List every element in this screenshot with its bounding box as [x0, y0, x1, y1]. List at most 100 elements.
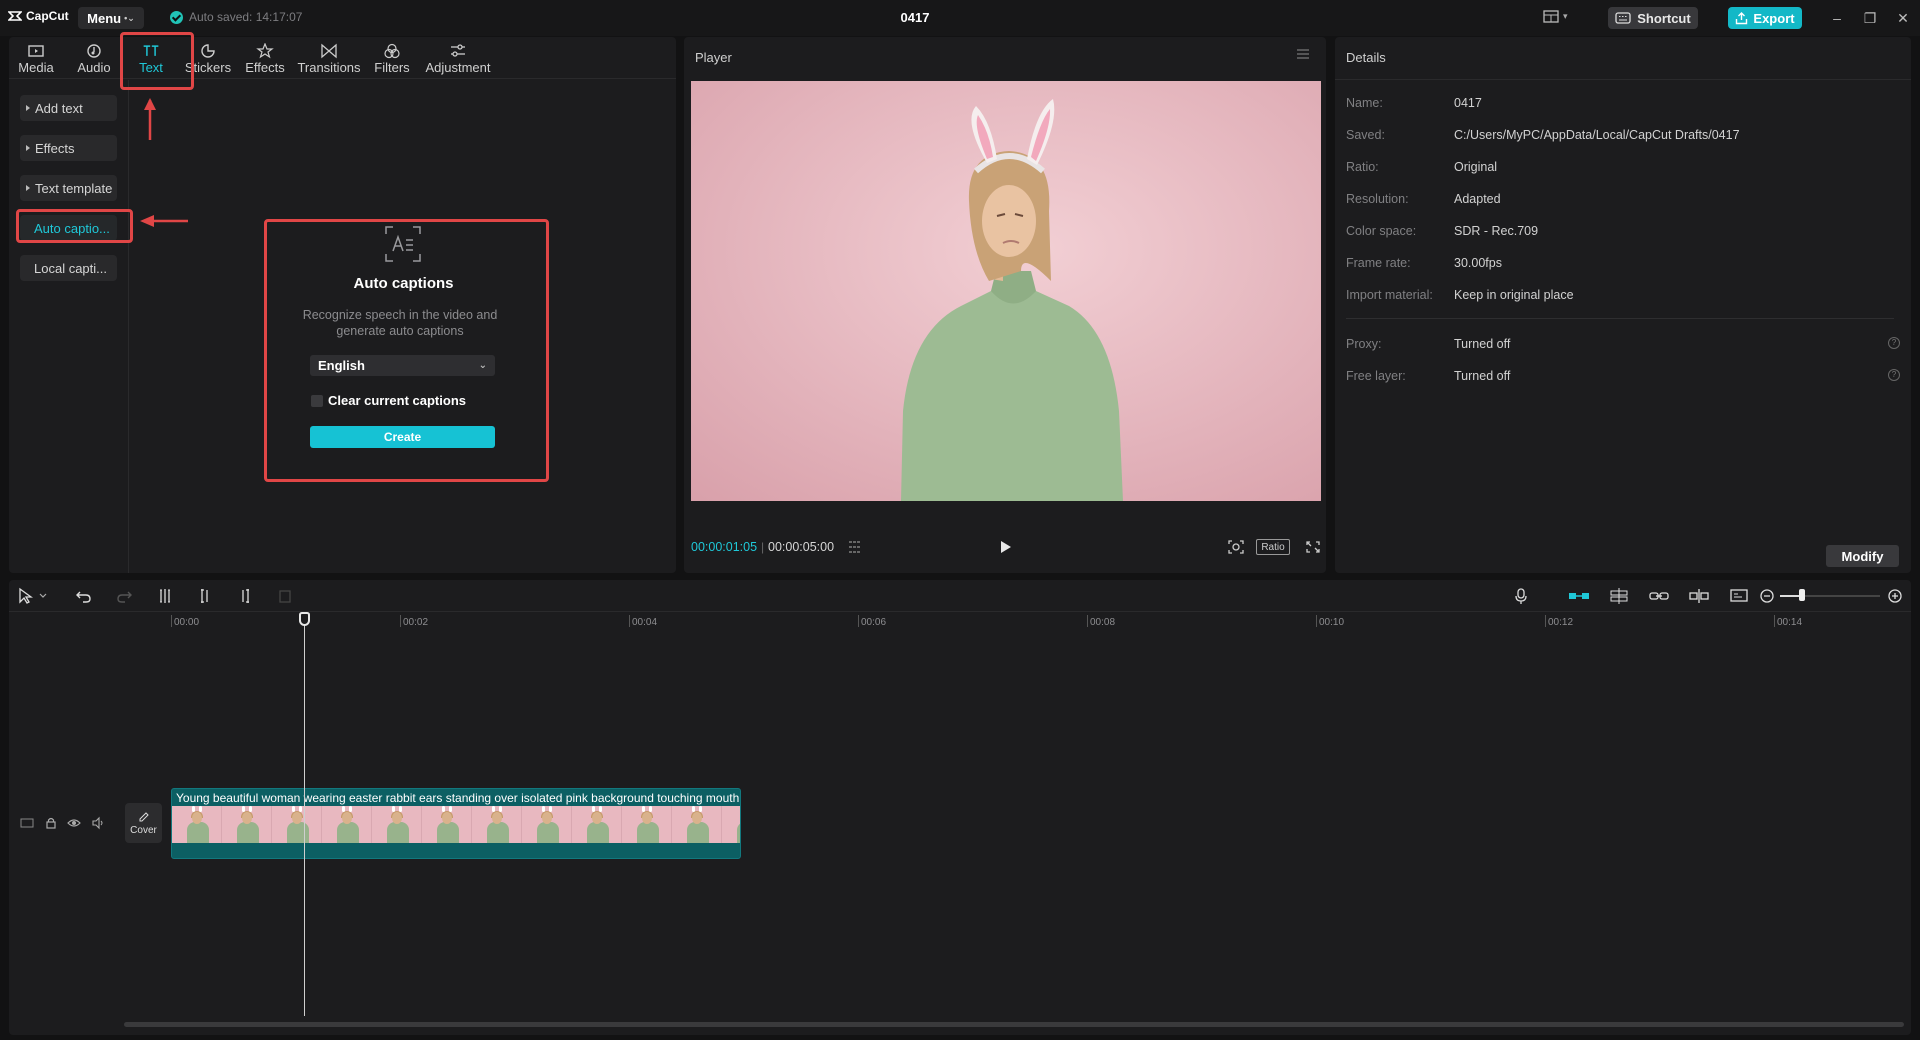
timecode-grid-icon[interactable]	[846, 539, 864, 555]
thumbnail-figure-part	[487, 822, 509, 843]
tab-effects[interactable]: Effects	[244, 38, 286, 80]
ruler-label: 00:00	[174, 617, 200, 628]
ruler-tick	[1545, 615, 1546, 627]
clip-thumbnail	[372, 806, 422, 843]
help-icon[interactable]: ?	[1888, 369, 1900, 381]
main-track-magnet-icon[interactable]	[1568, 587, 1590, 605]
sidebar-item-add-text[interactable]: Add text	[20, 95, 117, 121]
tab-media[interactable]: Media	[15, 38, 57, 80]
filters-icon	[384, 43, 400, 59]
cover-button[interactable]: Cover	[125, 803, 162, 843]
playhead[interactable]	[304, 612, 305, 1016]
ruler-tick	[1087, 615, 1088, 627]
thumbnail-figure-part	[292, 812, 302, 824]
minimize-icon[interactable]: –	[1827, 8, 1847, 28]
playhead-handle[interactable]	[299, 612, 310, 626]
caret-right-icon	[26, 185, 30, 191]
auto-snap-icon[interactable]	[1608, 587, 1630, 605]
link-icon[interactable]	[1648, 587, 1670, 605]
thumbnail-figure-part	[699, 806, 702, 812]
divider	[1335, 79, 1911, 80]
tab-adjustment[interactable]: Adjustment	[424, 38, 492, 80]
chevron-down-icon[interactable]	[38, 587, 48, 605]
ratio-label: Ratio	[1261, 541, 1285, 553]
current-time: 00:00:01:05	[691, 540, 758, 554]
detail-label: Saved:	[1346, 128, 1385, 142]
thumbnail-figure-part	[292, 806, 295, 812]
hamburger-menu-icon[interactable]	[1296, 48, 1310, 60]
thumbnail-figure-part	[337, 822, 359, 843]
ruler-tick	[1316, 615, 1317, 627]
thumbnail-figure-part	[499, 806, 502, 812]
layout-icon	[1543, 10, 1559, 23]
tab-transitions[interactable]: Transitions	[297, 38, 361, 80]
thumbnail-figure-part	[299, 806, 302, 812]
video-preview[interactable]	[691, 81, 1321, 501]
export-button[interactable]: Export	[1728, 7, 1802, 29]
zoom-out-icon[interactable]	[1758, 587, 1776, 605]
tab-label: Media	[18, 60, 54, 75]
thumbnail-figure-part	[542, 812, 552, 824]
highlight-auto-captions-panel	[264, 219, 549, 482]
tab-filters[interactable]: Filters	[371, 38, 413, 80]
undo-icon[interactable]	[75, 587, 93, 605]
thumbnail-figure-part	[587, 822, 609, 843]
play-icon[interactable]	[1000, 540, 1012, 554]
detail-label: Name:	[1346, 96, 1383, 110]
ruler-label: 00:10	[1319, 617, 1345, 628]
ruler-tick	[629, 615, 630, 627]
adjustment-icon	[451, 44, 465, 57]
delete-icon[interactable]	[276, 587, 294, 605]
clip-thumbnail	[422, 806, 472, 843]
preview-axis-icon[interactable]	[1688, 587, 1710, 605]
split-icon[interactable]	[156, 587, 174, 605]
thumbnail-figure-part	[392, 806, 395, 812]
effects-icon	[256, 43, 274, 59]
export-icon	[1736, 11, 1748, 24]
export-label: Export	[1753, 10, 1795, 26]
sidebar-item-effects[interactable]: Effects	[20, 135, 117, 161]
zoom-slider-handle[interactable]	[1799, 589, 1805, 601]
ruler-tick	[400, 615, 401, 627]
redo-icon[interactable]	[115, 587, 133, 605]
timeline-scrollbar[interactable]	[124, 1022, 1904, 1027]
lock-icon[interactable]	[44, 816, 58, 830]
ruler-tick	[1774, 615, 1775, 627]
sidebar-item-local-captions[interactable]: Local capti...	[20, 255, 117, 281]
layout-switcher[interactable]: ▾	[1543, 10, 1568, 23]
close-icon[interactable]: ✕	[1893, 8, 1913, 28]
clip-thumbnail	[572, 806, 622, 843]
fullscreen-icon[interactable]	[1304, 539, 1322, 555]
restore-icon[interactable]: ❐	[1860, 8, 1880, 28]
thumbnail-figure-part	[737, 822, 740, 843]
shortcut-button[interactable]: Shortcut	[1608, 7, 1698, 29]
volume-icon[interactable]	[91, 816, 105, 830]
clip-thumbnail	[722, 806, 740, 843]
detail-label: Free layer:	[1346, 369, 1406, 383]
help-icon[interactable]: ?	[1888, 337, 1900, 349]
clip-thumbnail	[272, 806, 322, 843]
arrow-left-annotation-icon	[140, 215, 188, 227]
clip-thumbnail	[322, 806, 372, 843]
ruler-label: 00:12	[1548, 617, 1574, 628]
track-preview-icon[interactable]	[20, 816, 34, 830]
zoom-in-icon[interactable]	[1886, 587, 1904, 605]
thumbnail-figure-part	[349, 806, 352, 812]
fit-frame-icon[interactable]	[1227, 539, 1245, 555]
microphone-icon[interactable]	[1512, 587, 1530, 605]
detail-value: Turned off	[1454, 369, 1511, 383]
thumbnail-figure-part	[592, 812, 602, 824]
ruler-tick	[858, 615, 859, 627]
sidebar-item-text-template[interactable]: Text template	[20, 175, 117, 201]
ratio-button[interactable]: Ratio	[1256, 539, 1290, 555]
detail-label: Ratio:	[1346, 160, 1379, 174]
tab-label: Adjustment	[425, 60, 491, 75]
stickers-icon	[201, 44, 215, 58]
eye-icon[interactable]	[67, 816, 81, 830]
split-right-icon[interactable]	[236, 587, 254, 605]
modify-button[interactable]: Modify	[1826, 545, 1899, 567]
tab-audio[interactable]: Audio	[73, 38, 115, 80]
split-left-icon[interactable]	[196, 587, 214, 605]
select-cursor-icon[interactable]	[17, 587, 35, 605]
screen-icon[interactable]	[1728, 587, 1750, 605]
